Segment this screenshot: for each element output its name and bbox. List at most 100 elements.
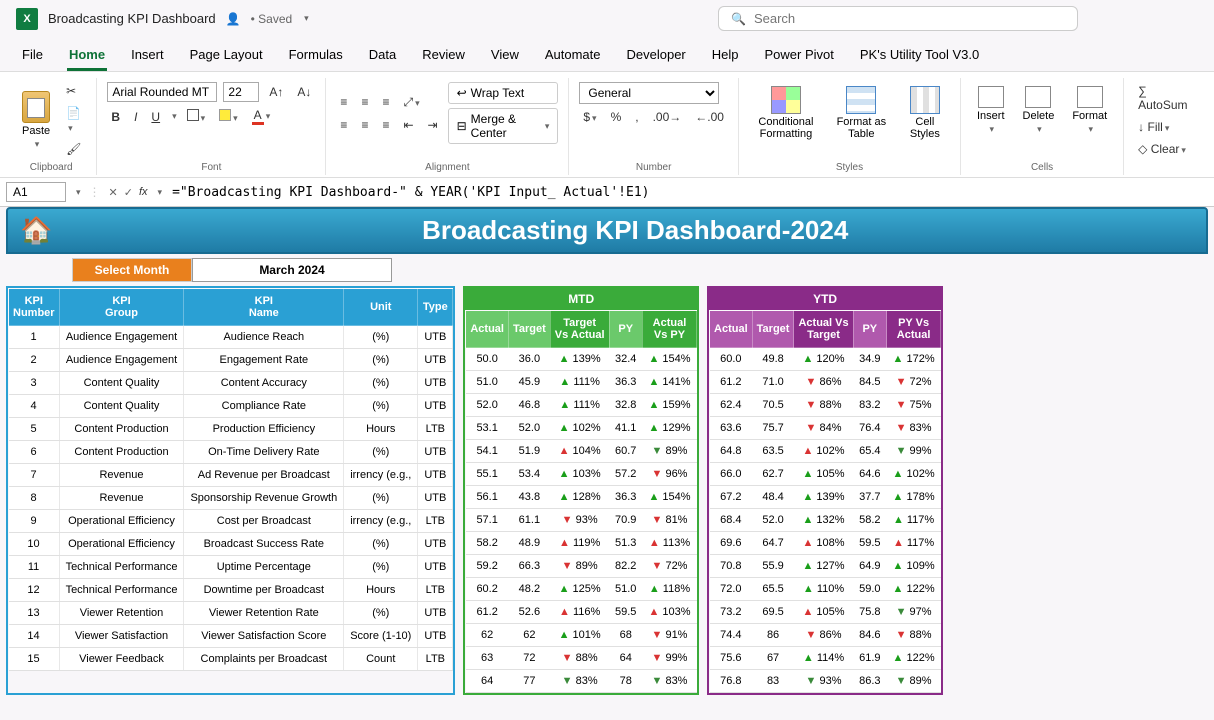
cell[interactable]: 65.4 bbox=[853, 440, 886, 463]
ribbon-tab-view[interactable]: View bbox=[489, 41, 521, 71]
cell[interactable]: ▼ 88% bbox=[794, 394, 853, 417]
delete-button[interactable]: Delete▾ bbox=[1017, 82, 1061, 139]
table-row[interactable]: 11Technical PerformanceUptime Percentage… bbox=[9, 556, 453, 579]
cell[interactable]: 64.6 bbox=[853, 463, 886, 486]
cell[interactable]: 64.9 bbox=[853, 555, 886, 578]
border-button[interactable]: ▾ bbox=[183, 107, 210, 126]
cell[interactable]: 58.2 bbox=[466, 532, 509, 555]
cell[interactable]: ▲ 105% bbox=[794, 601, 853, 624]
cell[interactable]: ▲ 139% bbox=[794, 486, 853, 509]
cell[interactable]: (%) bbox=[344, 487, 418, 510]
cell[interactable]: 75.6 bbox=[710, 647, 753, 670]
cell[interactable]: 48.2 bbox=[508, 578, 550, 601]
cell[interactable]: 52.0 bbox=[752, 509, 794, 532]
cell[interactable]: Viewer Satisfaction Score bbox=[184, 625, 344, 648]
cell[interactable]: 59.5 bbox=[609, 601, 642, 624]
cell[interactable]: 59.0 bbox=[853, 578, 886, 601]
table-row[interactable]: 66.062.7▲ 105%64.6▲ 102% bbox=[710, 463, 941, 486]
table-row[interactable]: 69.664.7▲ 108%59.5▲ 117% bbox=[710, 532, 941, 555]
ribbon-tab-page-layout[interactable]: Page Layout bbox=[188, 41, 265, 71]
cell[interactable]: 4 bbox=[9, 395, 60, 418]
cell[interactable]: 57.2 bbox=[609, 463, 642, 486]
cell[interactable]: ▲ 139% bbox=[550, 348, 609, 371]
cell[interactable]: UTB bbox=[418, 326, 453, 349]
cell[interactable]: ▲ 154% bbox=[642, 348, 696, 371]
cell[interactable]: 61.9 bbox=[853, 647, 886, 670]
cell[interactable]: UTB bbox=[418, 349, 453, 372]
cell[interactable]: 71.0 bbox=[752, 371, 794, 394]
cell[interactable]: LTB bbox=[418, 418, 453, 441]
table-row[interactable]: 12Technical PerformanceDowntime per Broa… bbox=[9, 579, 453, 602]
orientation-button[interactable]: ⤢▾ bbox=[399, 93, 423, 112]
decrease-indent-button[interactable]: ⇤ bbox=[399, 116, 417, 134]
ribbon-tab-file[interactable]: File bbox=[20, 41, 45, 71]
fill-color-button[interactable]: ▾ bbox=[215, 107, 242, 126]
table-row[interactable]: 1Audience EngagementAudience Reach(%)UTB bbox=[9, 326, 453, 349]
cell[interactable]: (%) bbox=[344, 326, 418, 349]
cell[interactable]: 68 bbox=[609, 624, 642, 647]
table-row[interactable]: 62.470.5▼ 88%83.2▼ 75% bbox=[710, 394, 941, 417]
table-row[interactable]: 6477▼ 83%78▼ 83% bbox=[466, 670, 697, 693]
cell[interactable]: 70.9 bbox=[609, 509, 642, 532]
table-row[interactable]: 64.863.5▲ 102%65.4▼ 99% bbox=[710, 440, 941, 463]
cell[interactable]: 52.0 bbox=[508, 417, 550, 440]
cell[interactable]: (%) bbox=[344, 602, 418, 625]
table-row[interactable]: 61.271.0▼ 86%84.5▼ 72% bbox=[710, 371, 941, 394]
table-row[interactable]: 54.151.9▲ 104%60.7▼ 89% bbox=[466, 440, 697, 463]
cell[interactable]: ▼ 72% bbox=[642, 555, 696, 578]
cell[interactable]: 86 bbox=[752, 624, 794, 647]
cell[interactable]: ▼ 93% bbox=[550, 509, 609, 532]
fill-button[interactable]: ↓ Fill▾ bbox=[1134, 118, 1198, 136]
cell[interactable]: 77 bbox=[508, 670, 550, 693]
table-row[interactable]: 6Content ProductionOn-Time Delivery Rate… bbox=[9, 441, 453, 464]
cell[interactable]: 15 bbox=[9, 648, 60, 671]
search-input[interactable] bbox=[754, 11, 1065, 26]
ribbon-tab-pk-s-utility-tool-v3-0[interactable]: PK's Utility Tool V3.0 bbox=[858, 41, 981, 71]
cell[interactable]: 67.2 bbox=[710, 486, 753, 509]
cell[interactable]: Engagement Rate bbox=[184, 349, 344, 372]
cell[interactable]: 60.2 bbox=[466, 578, 509, 601]
table-row[interactable]: 9Operational EfficiencyCost per Broadcas… bbox=[9, 510, 453, 533]
cell[interactable]: Ad Revenue per Broadcast bbox=[184, 464, 344, 487]
cell[interactable]: 82.2 bbox=[609, 555, 642, 578]
cell[interactable]: ▲ 119% bbox=[550, 532, 609, 555]
cell[interactable]: ▲ 103% bbox=[550, 463, 609, 486]
cell[interactable]: irrency (e.g., bbox=[344, 510, 418, 533]
cell[interactable]: 61.1 bbox=[508, 509, 550, 532]
cell[interactable]: 70.8 bbox=[710, 555, 753, 578]
align-right-button[interactable]: ≡ bbox=[378, 116, 393, 134]
cell[interactable]: (%) bbox=[344, 349, 418, 372]
cell[interactable]: ▲ 172% bbox=[887, 348, 941, 371]
cell[interactable]: ▲ 120% bbox=[794, 348, 853, 371]
cell[interactable]: ▲ 108% bbox=[794, 532, 853, 555]
cell[interactable]: Audience Engagement bbox=[59, 349, 184, 372]
align-center-button[interactable]: ≡ bbox=[357, 116, 372, 134]
cell[interactable]: ▼ 86% bbox=[794, 371, 853, 394]
table-row[interactable]: 4Content QualityCompliance Rate(%)UTB bbox=[9, 395, 453, 418]
cell[interactable]: ▲ 111% bbox=[550, 371, 609, 394]
cell[interactable]: 83 bbox=[752, 670, 794, 693]
cell[interactable]: ▼ 97% bbox=[887, 601, 941, 624]
cell[interactable]: ▲ 103% bbox=[642, 601, 696, 624]
cell[interactable]: ▲ 129% bbox=[642, 417, 696, 440]
cell[interactable]: 58.2 bbox=[853, 509, 886, 532]
chevron-down-icon[interactable]: ▾ bbox=[76, 187, 81, 198]
wrap-text-button[interactable]: ↩Wrap Text bbox=[448, 82, 559, 104]
table-row[interactable]: 52.046.8▲ 111%32.8▲ 159% bbox=[466, 394, 697, 417]
cell[interactable]: ▼ 96% bbox=[642, 463, 696, 486]
cell[interactable]: 5 bbox=[9, 418, 60, 441]
table-row[interactable]: 6372▼ 88%64▼ 99% bbox=[466, 647, 697, 670]
cell[interactable]: 62.7 bbox=[752, 463, 794, 486]
cell[interactable]: 52.6 bbox=[508, 601, 550, 624]
ribbon-tab-power-pivot[interactable]: Power Pivot bbox=[763, 41, 836, 71]
table-row[interactable]: 56.143.8▲ 128%36.3▲ 154% bbox=[466, 486, 697, 509]
table-row[interactable]: 76.883▼ 93%86.3▼ 89% bbox=[710, 670, 941, 693]
cell[interactable]: 36.3 bbox=[609, 371, 642, 394]
cell[interactable]: 64 bbox=[466, 670, 509, 693]
fx-icon[interactable]: fx bbox=[139, 186, 148, 199]
table-row[interactable]: 68.452.0▲ 132%58.2▲ 117% bbox=[710, 509, 941, 532]
cell[interactable]: Technical Performance bbox=[59, 579, 184, 602]
cell[interactable]: (%) bbox=[344, 372, 418, 395]
cell[interactable]: 72 bbox=[508, 647, 550, 670]
table-row[interactable]: 15Viewer FeedbackComplaints per Broadcas… bbox=[9, 648, 453, 671]
